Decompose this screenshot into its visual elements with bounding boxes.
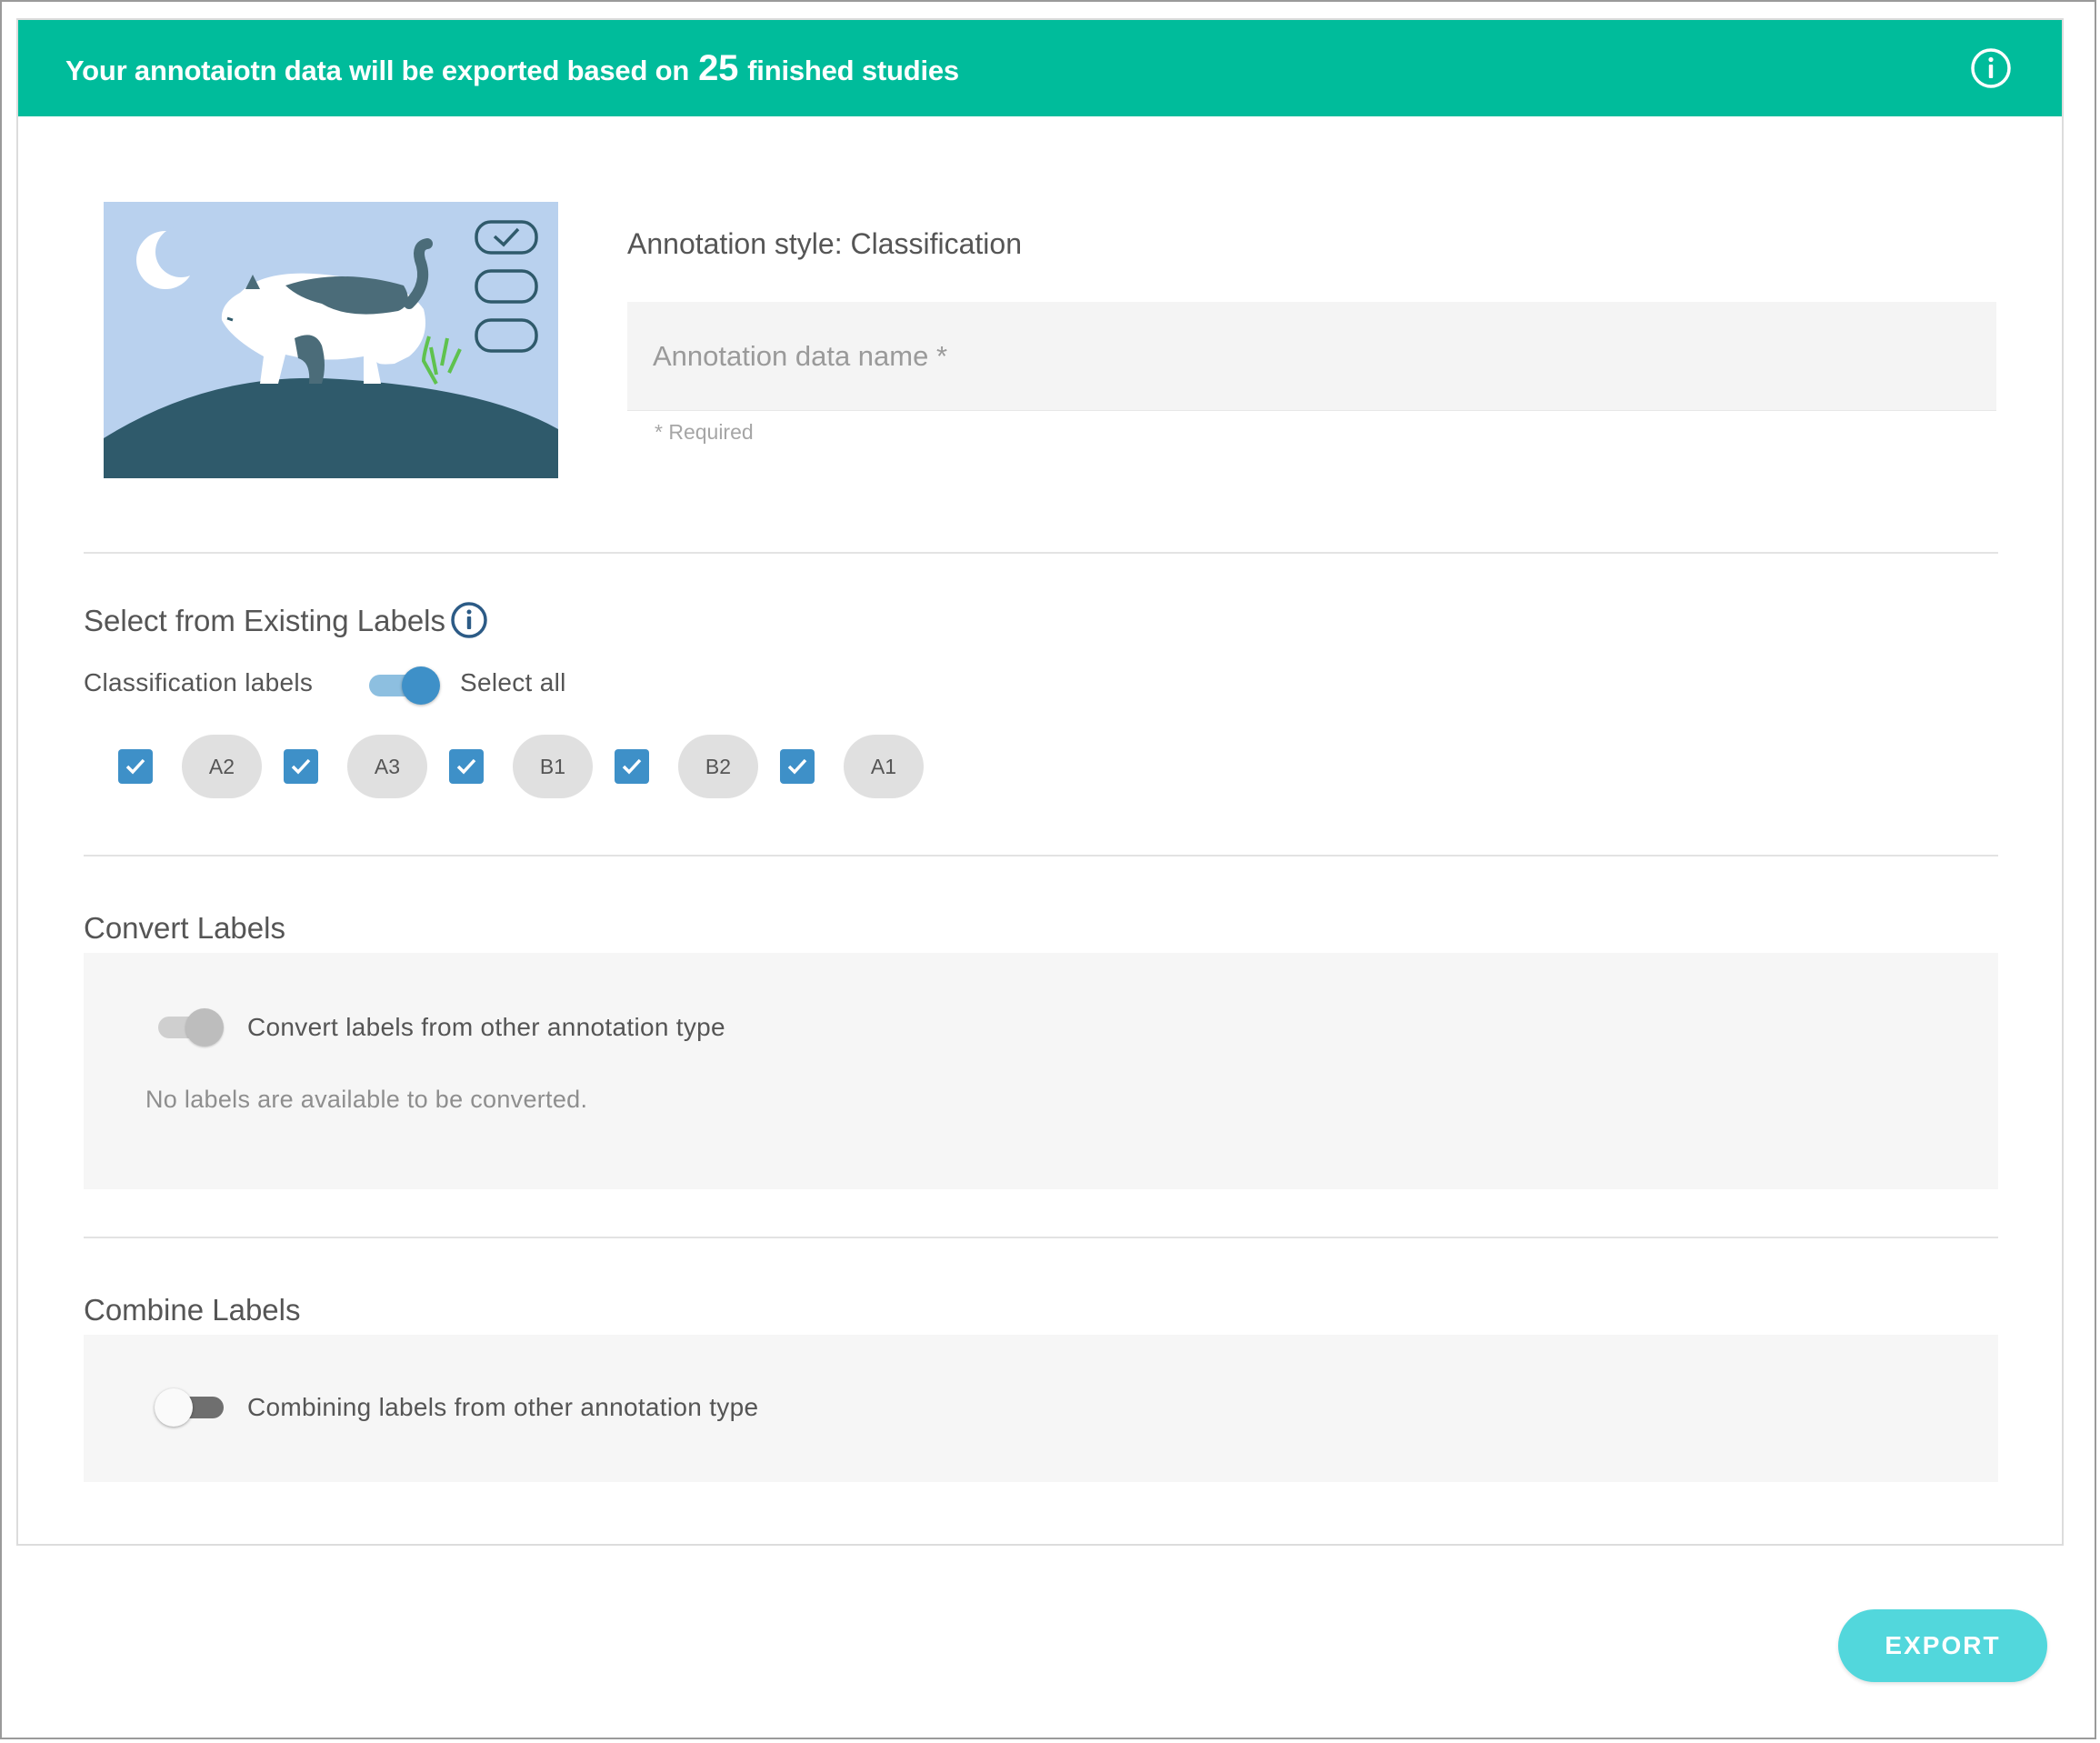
- export-card: Your annotaiotn data will be exported ba…: [16, 18, 2064, 1546]
- banner-text-after: finished studies: [747, 54, 959, 86]
- export-button[interactable]: EXPORT: [1838, 1609, 2047, 1682]
- toggle-knob: [185, 1008, 224, 1047]
- section-divider: [84, 855, 1998, 856]
- combine-labels-panel: Combining labels from other annotation t…: [84, 1335, 1998, 1482]
- required-hint: * Required: [655, 420, 754, 444]
- label-checklist: A2 A3 B1 B2 A1: [118, 733, 945, 800]
- info-circle-icon[interactable]: [449, 600, 489, 640]
- existing-labels-title-text: Select from Existing Labels: [84, 604, 446, 637]
- banner-message: Your annotaiotn data will be exported ba…: [65, 48, 959, 89]
- toggle-knob: [155, 1388, 193, 1427]
- convert-labels-note: No labels are available to be converted.: [145, 1086, 588, 1113]
- checkmark-icon: [787, 758, 807, 775]
- checkmark-icon: [456, 758, 476, 775]
- select-all-label: Select all: [460, 668, 566, 696]
- banner-text-before: Your annotaiotn data will be exported ba…: [65, 54, 690, 86]
- existing-labels-title: Select from Existing Labels: [84, 602, 489, 640]
- label-chip[interactable]: A2: [182, 735, 262, 798]
- label-chip[interactable]: B2: [678, 735, 758, 798]
- classification-illustration: [104, 202, 558, 478]
- select-all-toggle[interactable]: [367, 664, 444, 707]
- convert-labels-toggle-label: Convert labels from other annotation typ…: [247, 1013, 725, 1041]
- convert-labels-title: Convert Labels: [84, 911, 285, 945]
- label-checkbox-a2[interactable]: [118, 749, 153, 784]
- convert-labels-toggle[interactable]: [155, 1006, 231, 1049]
- annotation-name-input[interactable]: [651, 338, 1973, 374]
- label-chip[interactable]: B1: [513, 735, 593, 798]
- classification-labels-label: Classification labels: [84, 668, 314, 696]
- convert-labels-panel: Convert labels from other annotation typ…: [84, 953, 1998, 1189]
- section-divider: [84, 1237, 1998, 1238]
- export-info-banner: Your annotaiotn data will be exported ba…: [18, 20, 2062, 116]
- combine-labels-toggle-label: Combining labels from other annotation t…: [247, 1393, 759, 1421]
- combine-labels-title: Combine Labels: [84, 1293, 301, 1327]
- annotation-name-field[interactable]: [627, 302, 1996, 411]
- label-chip[interactable]: A1: [844, 735, 924, 798]
- section-divider: [84, 552, 1998, 554]
- finished-studies-count: 25: [698, 47, 739, 88]
- annotation-style-label: Annotation style: Classification: [627, 227, 1022, 260]
- label-checkbox-a3[interactable]: [284, 749, 318, 784]
- checkmark-icon: [125, 758, 145, 775]
- checkmark-icon: [622, 758, 642, 775]
- combine-labels-toggle[interactable]: [155, 1386, 231, 1429]
- info-circle-icon[interactable]: [1970, 47, 2012, 89]
- label-chip[interactable]: A3: [347, 735, 427, 798]
- label-checkbox-b1[interactable]: [449, 749, 484, 784]
- label-checkbox-b2[interactable]: [615, 749, 649, 784]
- label-checkbox-a1[interactable]: [780, 749, 815, 784]
- checkmark-icon: [291, 758, 311, 775]
- toggle-knob: [402, 666, 440, 705]
